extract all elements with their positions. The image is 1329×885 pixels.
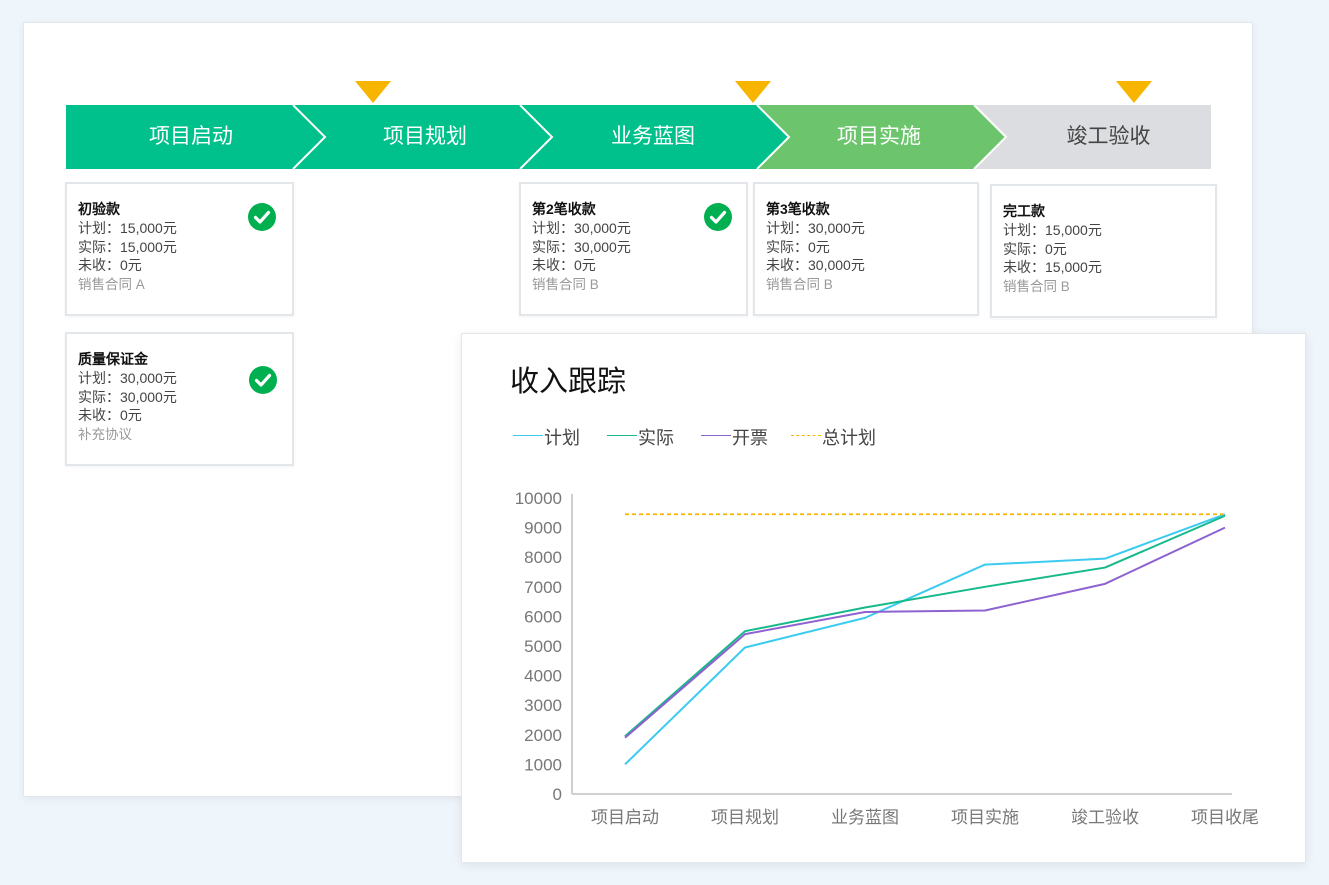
legend-item-plan[interactable]: 计划 bbox=[513, 424, 588, 448]
series-line-2 bbox=[624, 526, 1226, 739]
legend-line-swatch bbox=[791, 435, 821, 436]
legend-item-invoiced[interactable]: 开票 bbox=[701, 424, 776, 448]
y-tick-label: 5000 bbox=[524, 637, 562, 656]
check-circle-icon bbox=[249, 366, 277, 394]
legend-item-total-plan[interactable]: 总计划 bbox=[791, 424, 891, 448]
x-tick-label: 项目启动 bbox=[591, 808, 659, 827]
check-circle-icon bbox=[704, 203, 732, 231]
card-contract-link[interactable]: 销售合同 B bbox=[532, 275, 746, 294]
card-unpaid-amount: 未收：0元 bbox=[78, 257, 142, 273]
card-unpaid-amount: 未收：15,000元 bbox=[1003, 259, 1102, 275]
y-tick-label: 10000 bbox=[515, 489, 562, 508]
card-actual-amount: 实际：0元 bbox=[766, 238, 830, 255]
payment-card-third-payment[interactable]: 第3笔收款 计划：30,000元 实际：0元 未收：30,000元 销售合同 B bbox=[753, 182, 979, 316]
legend-item-actual[interactable]: 实际 bbox=[607, 424, 682, 448]
card-actual-amount: 实际：30,000元 bbox=[532, 238, 631, 255]
y-tick-label: 8000 bbox=[524, 548, 562, 567]
payment-card-quality-deposit[interactable]: 质量保证金 计划：30,000元 实际：30,000元 未收：0元 补充协议 bbox=[65, 332, 294, 466]
card-actual-amount: 实际：15,000元 bbox=[78, 238, 177, 255]
card-contract-link[interactable]: 销售合同 B bbox=[766, 275, 977, 294]
payment-card-second-payment[interactable]: 第2笔收款 计划：30,000元 实际：30,000元 未收：0元 销售合同 B bbox=[519, 182, 748, 316]
x-tick-label: 项目规划 bbox=[711, 808, 779, 827]
revenue-line-chart: 0 1000 2000 3000 4000 5000 6000 7000 8000 9000 100… bbox=[515, 489, 1259, 827]
card-title: 第3笔收款 bbox=[766, 201, 830, 217]
card-plan-amount: 计划：30,000元 bbox=[766, 220, 865, 236]
card-contract-link[interactable]: 销售合同 A bbox=[78, 275, 292, 294]
stage-progress-bar: 项目启动 项目规划 业务蓝图 项目实施 竣工验收 bbox=[66, 105, 1211, 169]
series-line-1 bbox=[624, 514, 1226, 738]
legend-label: 计划 bbox=[544, 428, 580, 448]
y-tick-label: 4000 bbox=[524, 667, 562, 686]
card-title: 完工款 bbox=[1003, 203, 1045, 219]
stage-label-completion-acceptance[interactable]: 竣工验收 bbox=[1006, 105, 1211, 169]
card-actual-amount: 实际：0元 bbox=[1003, 240, 1067, 257]
x-tick-label: 竣工验收 bbox=[1071, 808, 1139, 827]
legend-label: 开票 bbox=[732, 428, 768, 448]
x-tick-label: 项目收尾 bbox=[1191, 808, 1259, 827]
card-unpaid-amount: 未收：30,000元 bbox=[766, 257, 865, 273]
chart-title: 收入跟踪 bbox=[510, 366, 627, 398]
stage-label-implementation[interactable]: 项目实施 bbox=[762, 105, 996, 169]
card-plan-amount: 计划：15,000元 bbox=[1003, 222, 1102, 238]
card-contract-link[interactable]: 销售合同 B bbox=[1003, 277, 1215, 296]
milestone-marker-icon bbox=[355, 81, 391, 103]
payment-card-initial-acceptance[interactable]: 初验款 计划：15,000元 实际：15,000元 未收：0元 销售合同 A bbox=[65, 182, 294, 316]
stage-label-project-start[interactable]: 项目启动 bbox=[66, 105, 316, 169]
series-line-0 bbox=[624, 513, 1226, 766]
legend-label: 实际 bbox=[638, 428, 674, 448]
legend-line-swatch bbox=[701, 435, 731, 436]
revenue-tracking-panel: 0 1000 2000 3000 4000 5000 6000 7000 8000 9000 100… bbox=[461, 333, 1306, 863]
card-contract-link[interactable]: 补充协议 bbox=[78, 425, 292, 444]
y-tick-label: 2000 bbox=[524, 726, 562, 745]
y-tick-label: 0 bbox=[553, 785, 562, 804]
y-tick-label: 3000 bbox=[524, 696, 562, 715]
stage-label-business-blueprint[interactable]: 业务蓝图 bbox=[525, 105, 781, 169]
legend-line-swatch bbox=[513, 435, 543, 436]
y-tick-label: 7000 bbox=[524, 578, 562, 597]
card-unpaid-amount: 未收：0元 bbox=[78, 407, 142, 423]
y-tick-label: 9000 bbox=[524, 519, 562, 538]
milestone-marker-icon bbox=[735, 81, 771, 103]
legend-line-swatch bbox=[607, 435, 637, 436]
x-tick-label: 项目实施 bbox=[951, 808, 1019, 827]
card-unpaid-amount: 未收：0元 bbox=[532, 257, 596, 273]
y-tick-label: 6000 bbox=[524, 607, 562, 626]
payment-card-completion-payment[interactable]: 完工款 计划：15,000元 实际：0元 未收：15,000元 销售合同 B bbox=[990, 184, 1217, 318]
milestone-marker-icon bbox=[1116, 81, 1152, 103]
check-circle-icon bbox=[248, 203, 276, 231]
x-tick-label: 业务蓝图 bbox=[831, 808, 899, 827]
y-tick-label: 1000 bbox=[524, 755, 562, 774]
legend-label: 总计划 bbox=[822, 428, 876, 448]
stage-label-project-planning[interactable]: 项目规划 bbox=[298, 105, 552, 169]
